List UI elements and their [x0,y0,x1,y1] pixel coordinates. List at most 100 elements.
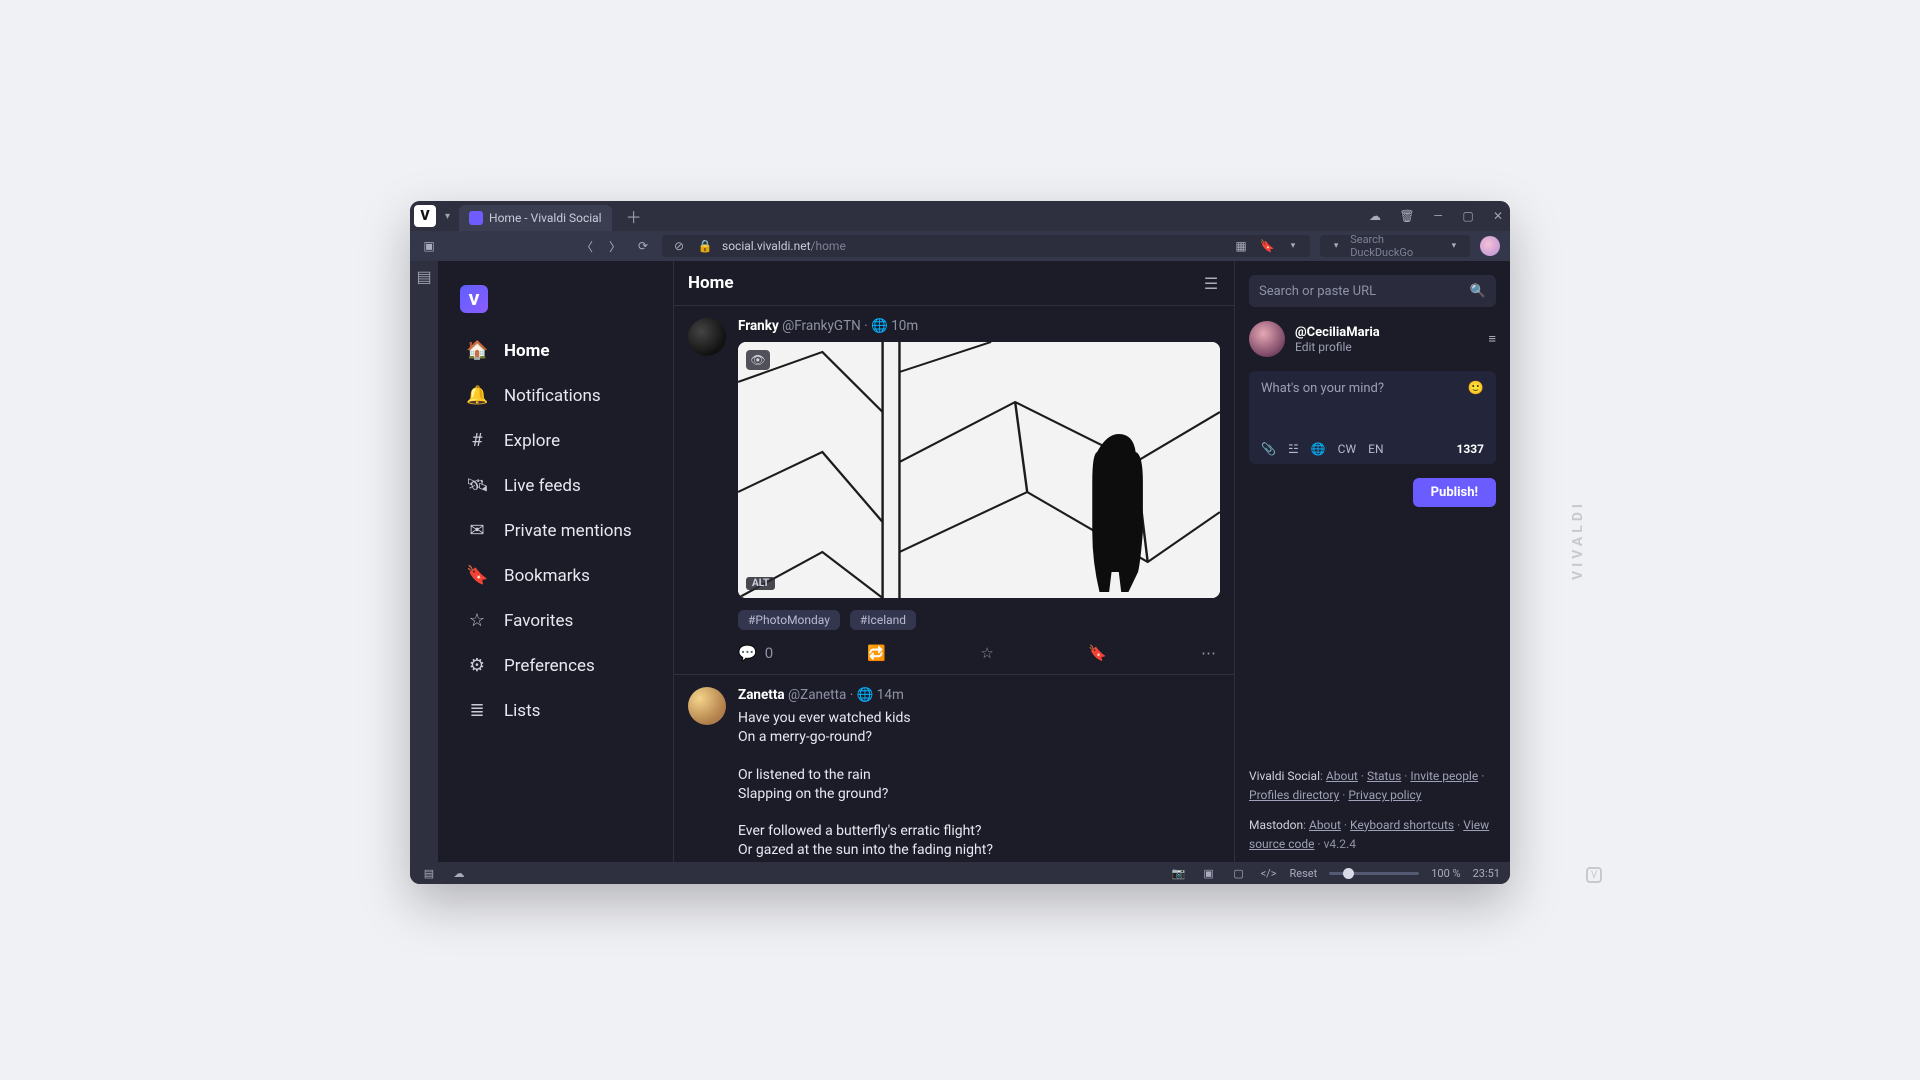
status-clock[interactable]: 23:51 [1473,867,1500,880]
sidebar-item-favorites[interactable]: ☆ Favorites [460,603,663,638]
emoji-picker-icon[interactable]: 🙂 [1468,381,1484,396]
avatar[interactable] [688,318,726,356]
reload-button[interactable]: ⟳ [634,237,652,255]
sidebar-item-mentions[interactable]: ✉ Private mentions [460,513,663,548]
post: Franky @FrankyGTN · 🌐 10m [674,306,1234,675]
vivaldi-menu-button[interactable]: V [414,205,436,227]
browser-tab[interactable]: Home - Vivaldi Social [459,205,612,231]
browser-window: V ▾ Home - Vivaldi Social ＋ ☁ 🗑 — ▢ ✕ ▣ … [410,201,1510,884]
hide-media-icon[interactable]: 👁 [746,350,770,370]
satellite-icon: 🛰 [466,475,488,496]
edit-profile-link[interactable]: Edit profile [1295,340,1380,354]
char-counter: 1337 [1456,442,1484,456]
new-tab-button[interactable]: ＋ [618,204,650,228]
compose-menu-icon[interactable]: ≡ [1488,331,1496,347]
search-placeholder: Search or paste URL [1259,284,1376,299]
footer-links: Vivaldi Social: About · Status · Invite … [1249,767,1496,854]
bell-icon: 🔔 [466,385,488,406]
language-toggle[interactable]: EN [1368,442,1383,456]
list-icon: ≣ [466,700,488,721]
cw-toggle[interactable]: CW [1338,442,1356,456]
globe-icon: 🌐 [857,687,874,703]
trash-icon[interactable]: 🗑 [1398,207,1416,225]
side-panel-rail: ▤ [410,261,438,862]
globe-icon: 🌐 [871,318,888,334]
panel-icon[interactable]: ▤ [415,267,433,285]
panel-status-icon[interactable]: ▤ [420,864,438,882]
sidebar-item-lists[interactable]: ≣ Lists [460,693,663,728]
footer-version: v4.2.4 [1324,837,1356,851]
window-maximize-button[interactable]: ▢ [1460,209,1476,223]
vivaldi-watermark: VIVALDI [1570,500,1586,580]
footer-about-link[interactable]: About [1326,769,1358,783]
sync-status-icon[interactable]: ☁ [450,864,468,882]
bookmark-button[interactable]: 🔖 [1088,644,1107,662]
sidebar-item-livefeeds[interactable]: 🛰 Live feeds [460,468,663,503]
profile-avatar-button[interactable] [1480,236,1500,256]
footer-status-link[interactable]: Status [1367,769,1401,783]
sidebar-item-explore[interactable]: # Explore [460,423,663,458]
mastodon-search-field[interactable]: Search or paste URL 🔍 [1249,275,1496,307]
more-button[interactable]: ⋯ [1201,644,1216,662]
app-logo-icon[interactable]: V [460,285,488,313]
site-info-icon[interactable]: ⊘ [670,237,688,255]
sidebar-item-bookmarks[interactable]: 🔖 Bookmarks [460,558,663,593]
footer-about2-link[interactable]: About [1309,818,1341,832]
nav-back-button[interactable]: 〈 [578,237,596,255]
panel-toggle-button[interactable]: ▣ [420,237,438,255]
tiling-icon[interactable]: ▣ [1200,864,1218,882]
qr-icon[interactable]: ▦ [1232,237,1250,255]
profile-handle[interactable]: @CeciliaMaria [1295,325,1380,340]
publish-button[interactable]: Publish! [1413,478,1496,507]
page-actions-icon[interactable]: </> [1260,864,1278,882]
footer-invite-link[interactable]: Invite people [1410,769,1478,783]
url-field[interactable]: ⊘ 🔒 social.vivaldi.net/home ▦ 🔖 ▾ [662,235,1310,257]
post-image[interactable]: 👁 ALT [738,342,1220,598]
zoom-slider[interactable] [1329,872,1419,875]
compose-box[interactable]: What's on your mind? 🙂 📎 ☳ 🌐 CW EN 1337 [1249,371,1496,464]
sidebar-item-notifications[interactable]: 🔔 Notifications [460,378,663,413]
reply-button[interactable]: 💬 0 [738,644,773,662]
sidebar-item-home[interactable]: 🏠 Home [460,333,663,368]
sidebar-item-label: Notifications [504,386,601,406]
footer-privacy-link[interactable]: Privacy policy [1348,788,1421,802]
alt-badge[interactable]: ALT [746,577,775,590]
vivaldi-watermark-icon: V [1586,867,1602,883]
hashtag[interactable]: #PhotoMonday [738,610,840,630]
zoom-reset-button[interactable]: Reset [1290,867,1318,880]
bookmark-icon[interactable]: 🔖 [1258,237,1276,255]
feed-settings-icon[interactable]: ☰ [1202,274,1220,292]
footer-kbd-link[interactable]: Keyboard shortcuts [1350,818,1454,832]
window-minimize-button[interactable]: — [1430,209,1446,223]
attach-icon[interactable]: 📎 [1261,442,1276,456]
boost-button[interactable]: 🔁 [867,644,886,662]
hashtag[interactable]: #Iceland [850,610,916,630]
sync-cloud-icon[interactable]: ☁ [1366,207,1384,225]
profile-avatar[interactable] [1249,321,1285,357]
sidebar-item-preferences[interactable]: ⚙ Preferences [460,648,663,683]
search-engine-chevron-icon[interactable]: ▾ [1328,237,1344,255]
home-icon: 🏠 [466,340,488,361]
sidebar-item-label: Private mentions [504,521,632,541]
sidebar-item-label: Lists [504,701,540,721]
sidebar-nav: V 🏠 Home 🔔 Notifications # Explore [438,261,673,862]
poll-icon[interactable]: ☳ [1288,442,1299,456]
footer-profiles-link[interactable]: Profiles directory [1249,788,1339,802]
window-close-button[interactable]: ✕ [1490,209,1506,223]
avatar[interactable] [688,687,726,725]
sidebar-item-label: Preferences [504,656,595,676]
right-column: Search or paste URL 🔍 @CeciliaMaria Edit… [1235,261,1510,862]
nav-forward-button[interactable]: 〉 [606,237,624,255]
gear-icon: ⚙ [466,655,488,676]
browser-search-field[interactable]: ▾ Search DuckDuckGo ▾ [1320,235,1470,257]
search-chevron-icon[interactable]: ▾ [1446,237,1462,255]
zoom-value: 100 % [1431,867,1460,880]
toggle-images-icon[interactable]: ▢ [1230,864,1248,882]
vivaldi-menu-chevron-icon[interactable]: ▾ [442,211,453,222]
favorite-button[interactable]: ☆ [980,644,993,662]
sidebar-item-label: Bookmarks [504,566,590,586]
capture-icon[interactable]: 📷 [1170,864,1188,882]
url-chevron-icon[interactable]: ▾ [1284,237,1302,255]
visibility-icon[interactable]: 🌐 [1311,442,1326,456]
url-text: social.vivaldi.net/home [722,239,846,253]
